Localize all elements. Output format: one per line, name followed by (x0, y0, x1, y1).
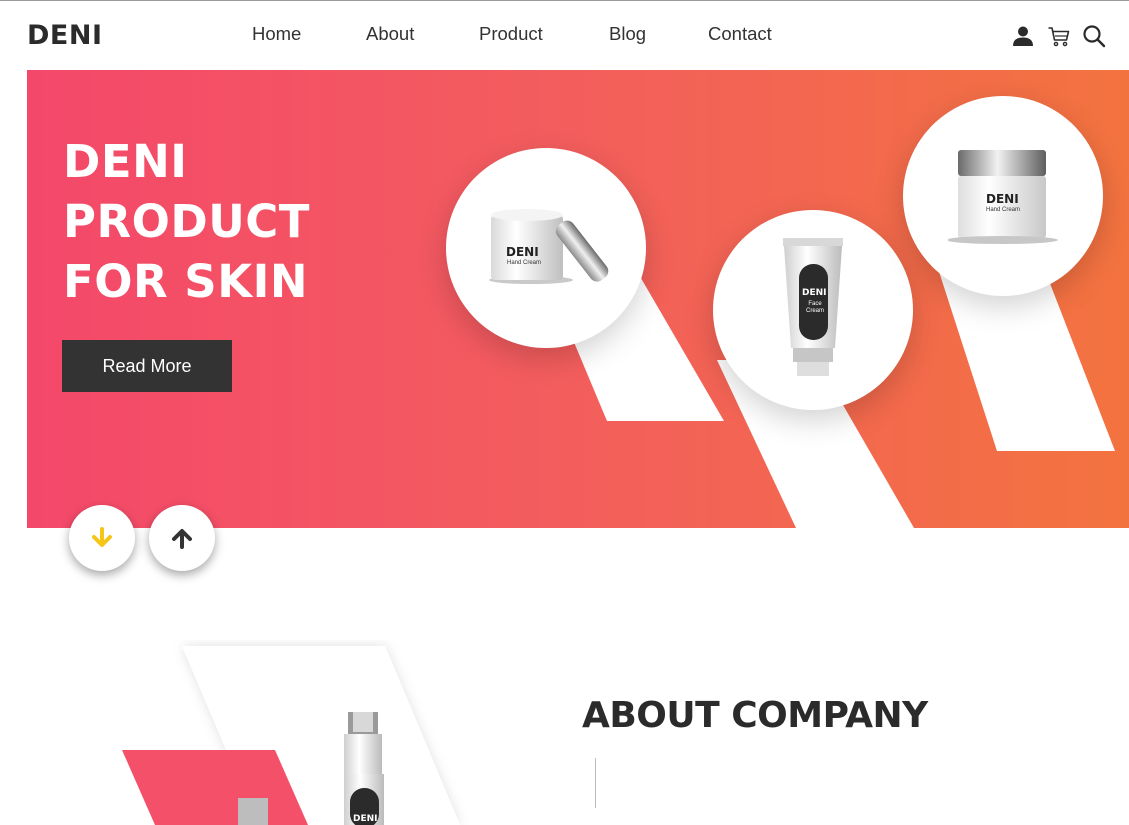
product-name-label: Hand Cream (986, 207, 1021, 213)
nav-product[interactable]: Product (479, 23, 543, 45)
product-name-label: Hand Cream (507, 260, 542, 266)
search-icon[interactable] (1082, 24, 1106, 48)
site-header: DENI Home About Product Blog Contact (0, 1, 1129, 70)
scroll-up-button[interactable] (149, 505, 215, 571)
product-name-label: Face Cream (805, 301, 824, 314)
about-product-brand-label: DENI (353, 814, 378, 824)
product-circle-face-cream[interactable]: DENI Face Cream (713, 210, 913, 410)
nav-blog[interactable]: Blog (609, 23, 646, 45)
scroll-down-button[interactable] (69, 505, 135, 571)
product-circle-jar[interactable]: DENI Hand Cream (903, 96, 1103, 296)
arrow-up-icon (172, 529, 192, 549)
product-brand-label: DENI (506, 245, 539, 259)
cart-icon[interactable] (1047, 24, 1071, 48)
about-illustration (122, 646, 460, 825)
hero-banner: DENI PRODUCT FOR SKIN Read More DENI Han… (27, 70, 1129, 528)
arrow-down-icon (92, 527, 112, 547)
product-brand-label: DENI (802, 288, 827, 298)
about-divider (595, 758, 596, 808)
user-icon[interactable] (1011, 24, 1035, 48)
about-title: ABOUT COMPANY (582, 695, 928, 736)
nav-home[interactable]: Home (252, 23, 301, 45)
brand-logo[interactable]: DENI (27, 20, 103, 51)
nav-contact[interactable]: Contact (708, 23, 772, 45)
nav-about[interactable]: About (366, 23, 414, 45)
product-brand-label: DENI (986, 192, 1019, 206)
product-circle-hand-cream[interactable]: DENI Hand Cream (446, 148, 646, 348)
